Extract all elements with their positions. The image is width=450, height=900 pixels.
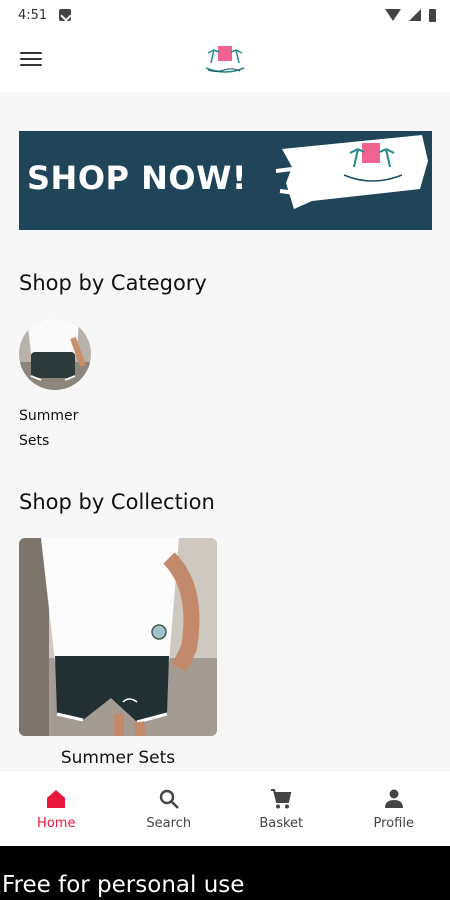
nav-basket[interactable]: Basket <box>225 771 338 846</box>
shop-now-banner[interactable]: SHOP NOW! <box>19 131 432 230</box>
search-icon <box>156 786 182 812</box>
person-icon <box>381 786 407 812</box>
wifi-icon <box>385 9 401 21</box>
notification-icon <box>59 9 72 21</box>
footer-text: Free for personal use <box>2 872 245 898</box>
category-item-summer-sets[interactable]: Summer Sets <box>19 318 99 454</box>
menu-icon[interactable] <box>18 48 44 74</box>
banner-logo-graphic <box>275 135 428 209</box>
nav-profile[interactable]: Profile <box>338 771 450 846</box>
nav-home[interactable]: Home <box>0 771 113 846</box>
status-bar: 4:51 <box>0 0 450 30</box>
nav-basket-label: Basket <box>259 816 304 831</box>
collection-label: Summer Sets <box>60 748 176 768</box>
nav-profile-label: Profile <box>373 816 414 831</box>
collection-section-title: Shop by Collection <box>19 490 215 514</box>
nav-search[interactable]: Search <box>113 771 226 846</box>
app-bar <box>0 30 450 92</box>
bottom-navigation: Home Search Basket Profile <box>0 770 450 846</box>
signal-icon <box>409 9 421 21</box>
brand-logo <box>205 46 245 73</box>
category-section-title: Shop by Category <box>19 271 207 295</box>
category-label: Summer Sets <box>19 408 79 449</box>
status-time: 4:51 <box>18 7 48 23</box>
home-icon <box>43 786 69 812</box>
battery-icon <box>429 8 436 22</box>
nav-home-label: Home <box>37 816 76 831</box>
collection-card-summer-sets[interactable]: Summer Sets <box>19 538 217 768</box>
collection-image <box>19 538 217 736</box>
status-icons <box>385 8 436 22</box>
footer-bar: Free for personal use <box>0 846 450 900</box>
category-image <box>19 318 91 390</box>
nav-search-label: Search <box>146 816 192 831</box>
banner-text: SHOP NOW! <box>27 159 247 197</box>
cart-icon <box>268 786 294 812</box>
